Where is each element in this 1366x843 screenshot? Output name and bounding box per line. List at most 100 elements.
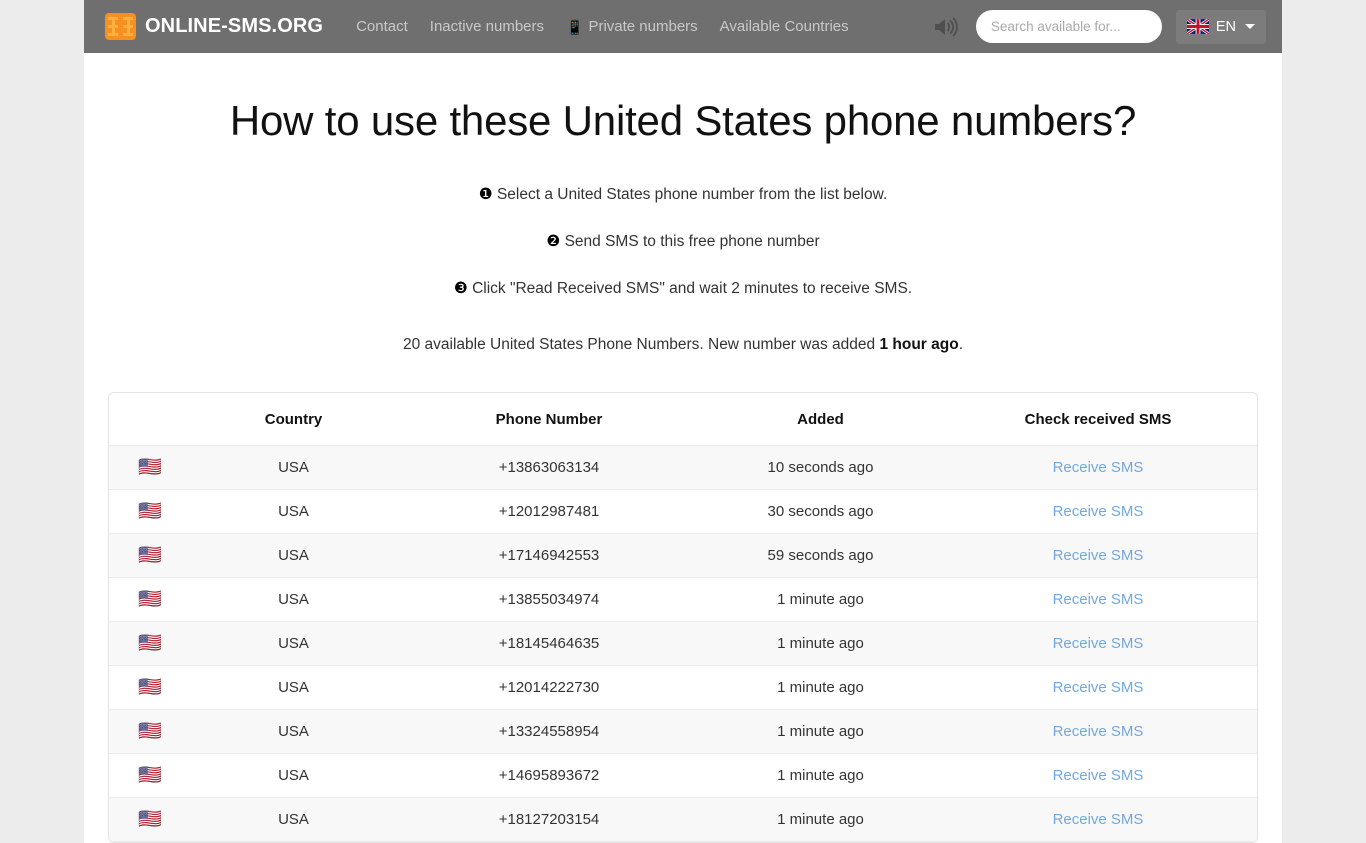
numbers-table: Country Phone Number Added Check receive… bbox=[109, 393, 1257, 843]
table-row: 🇺🇸 USA +18145464635 1 minute ago Receive SMS bbox=[109, 621, 1257, 667]
table-row: 🇺🇸 USA +13863063134 10 seconds ago Receive S… bbox=[109, 445, 1257, 491]
numbers-table-head: Country Phone Number Added Check receive… bbox=[109, 393, 1257, 447]
language-selector-button[interactable]: EN bbox=[1175, 9, 1266, 44]
us-flag-icon: 🇺🇸 bbox=[138, 457, 162, 479]
receive-sms-link[interactable]: Receive SMS bbox=[1053, 723, 1144, 740]
us-flag-icon: 🇺🇸 bbox=[138, 589, 162, 611]
cell-added: 1 minute ago bbox=[702, 753, 939, 799]
receive-sms-link[interactable]: Receive SMS bbox=[1053, 503, 1144, 520]
receive-sms-link[interactable]: Receive SMS bbox=[1053, 547, 1144, 564]
cell-receive-sms: Receive SMS bbox=[939, 753, 1257, 799]
navbar-right-group: EN bbox=[930, 9, 1266, 44]
cell-added: 30 seconds ago bbox=[702, 489, 939, 535]
cell-receive-sms: Receive SMS bbox=[939, 489, 1257, 535]
nav-label-contact: Contact bbox=[356, 18, 408, 35]
cell-country: USA bbox=[191, 665, 396, 711]
cell-country: USA bbox=[191, 797, 396, 843]
nav-item-private-numbers[interactable]: 📱 Private numbers bbox=[555, 0, 709, 53]
cell-country: USA bbox=[191, 753, 396, 799]
table-row: 🇺🇸 USA +12014222730 1 minute ago Receive SMS bbox=[109, 665, 1257, 711]
cell-phone-number: +18145464635 bbox=[396, 621, 702, 667]
cell-added: 10 seconds ago bbox=[702, 445, 939, 491]
step-text-3: Click "Read Received SMS" and wait 2 min… bbox=[472, 280, 913, 298]
cell-country: USA bbox=[191, 533, 396, 579]
cell-receive-sms: Receive SMS bbox=[939, 621, 1257, 667]
search-input[interactable] bbox=[975, 10, 1162, 43]
nav-link-available-countries[interactable]: Available Countries bbox=[709, 0, 860, 53]
brand-name: ONLINE-SMS.ORG bbox=[145, 15, 324, 37]
cell-added: 1 minute ago bbox=[702, 709, 939, 755]
availability-highlight: 1 hour ago bbox=[879, 336, 959, 354]
receive-sms-link[interactable]: Receive SMS bbox=[1053, 679, 1144, 696]
receive-sms-link[interactable]: Receive SMS bbox=[1053, 811, 1144, 828]
cell-country-flag: 🇺🇸 bbox=[109, 489, 191, 535]
cell-added: 1 minute ago bbox=[702, 621, 939, 667]
speaker-icon[interactable] bbox=[930, 11, 962, 43]
uk-flag-icon bbox=[1186, 19, 1209, 34]
cell-country-flag: 🇺🇸 bbox=[109, 577, 191, 623]
cell-receive-sms: Receive SMS bbox=[939, 709, 1257, 755]
table-row: 🇺🇸 USA +18127203154 1 minute ago Receive SMS bbox=[109, 797, 1257, 843]
nav-item-inactive-numbers[interactable]: Inactive numbers bbox=[419, 0, 555, 53]
column-header-flag bbox=[109, 393, 191, 447]
cell-phone-number: +18127203154 bbox=[396, 797, 702, 843]
cell-country-flag: 🇺🇸 bbox=[109, 665, 191, 711]
receive-sms-link[interactable]: Receive SMS bbox=[1053, 767, 1144, 784]
column-header-check-received-sms: Check received SMS bbox=[939, 393, 1257, 447]
cell-country: USA bbox=[191, 621, 396, 667]
table-row: 🇺🇸 USA +12012987481 30 seconds ago Receive S… bbox=[109, 489, 1257, 535]
us-flag-icon: 🇺🇸 bbox=[138, 501, 162, 523]
brand-link[interactable]: ONLINE-SMS.ORG bbox=[105, 13, 323, 40]
table-row: 🇺🇸 USA +17146942553 59 seconds ago Receive S… bbox=[109, 533, 1257, 579]
cell-phone-number: +12012987481 bbox=[396, 489, 702, 535]
us-flag-icon: 🇺🇸 bbox=[138, 765, 162, 787]
column-header-added: Added bbox=[702, 393, 939, 447]
numbers-table-container: Country Phone Number Added Check receive… bbox=[108, 392, 1258, 843]
cell-phone-number: +13855034974 bbox=[396, 577, 702, 623]
nav-label-private-numbers: Private numbers bbox=[588, 18, 698, 35]
step-text-2: Send SMS to this free phone number bbox=[564, 233, 820, 251]
mobile-phone-icon: 📱 bbox=[566, 18, 584, 35]
cell-country-flag: 🇺🇸 bbox=[109, 753, 191, 799]
us-flag-icon: 🇺🇸 bbox=[138, 677, 162, 699]
step-number-3: ❸ bbox=[453, 280, 468, 298]
nav-link-contact[interactable]: Contact bbox=[345, 0, 419, 53]
table-row: 🇺🇸 USA +13324558954 1 minute ago Receive SMS bbox=[109, 709, 1257, 755]
nav-link-private-numbers[interactable]: 📱 Private numbers bbox=[555, 0, 709, 53]
receive-sms-link[interactable]: Receive SMS bbox=[1053, 635, 1144, 652]
nav-label-available-countries: Available Countries bbox=[719, 18, 849, 35]
cell-phone-number: +12014222730 bbox=[396, 665, 702, 711]
nav-item-contact[interactable]: Contact bbox=[345, 0, 419, 53]
cell-country: USA bbox=[191, 709, 396, 755]
column-header-country: Country bbox=[191, 393, 396, 447]
step-text-1: Select a United States phone number from… bbox=[496, 186, 888, 203]
receive-sms-link[interactable]: Receive SMS bbox=[1053, 459, 1144, 476]
cell-country-flag: 🇺🇸 bbox=[109, 797, 191, 843]
page-container: ONLINE-SMS.ORG Contact Inactive numbers … bbox=[84, 0, 1282, 843]
cell-added: 1 minute ago bbox=[702, 797, 939, 843]
cell-receive-sms: Receive SMS bbox=[939, 577, 1257, 623]
step-number-1: ❶ bbox=[478, 186, 493, 203]
cell-receive-sms: Receive SMS bbox=[939, 445, 1257, 491]
cell-country-flag: 🇺🇸 bbox=[109, 445, 191, 491]
cell-added: 1 minute ago bbox=[702, 665, 939, 711]
cell-country-flag: 🇺🇸 bbox=[109, 533, 191, 579]
nav-link-inactive-numbers[interactable]: Inactive numbers bbox=[419, 0, 555, 53]
cell-country-flag: 🇺🇸 bbox=[109, 621, 191, 667]
availability-summary: 20 available United States Phone Numbers… bbox=[84, 336, 1282, 354]
language-code-label: EN bbox=[1215, 18, 1236, 35]
us-flag-icon: 🇺🇸 bbox=[138, 721, 162, 743]
receive-sms-link[interactable]: Receive SMS bbox=[1053, 591, 1144, 608]
sim-card-icon bbox=[105, 13, 136, 40]
main-nav: Contact Inactive numbers 📱 Private numbe… bbox=[345, 0, 860, 53]
instructions-list: ❶ Select a United States phone number fr… bbox=[84, 185, 1282, 299]
chevron-down-icon bbox=[1245, 24, 1255, 29]
speaker-icon-svg bbox=[934, 17, 958, 36]
instruction-step-1: ❶ Select a United States phone number fr… bbox=[84, 185, 1282, 205]
step-number-2: ❷ bbox=[546, 233, 561, 251]
cell-added: 1 minute ago bbox=[702, 577, 939, 623]
table-header-row: Country Phone Number Added Check receive… bbox=[109, 393, 1257, 447]
column-header-phone-number: Phone Number bbox=[396, 393, 702, 447]
availability-suffix: . bbox=[958, 336, 963, 354]
nav-item-available-countries[interactable]: Available Countries bbox=[709, 0, 860, 53]
